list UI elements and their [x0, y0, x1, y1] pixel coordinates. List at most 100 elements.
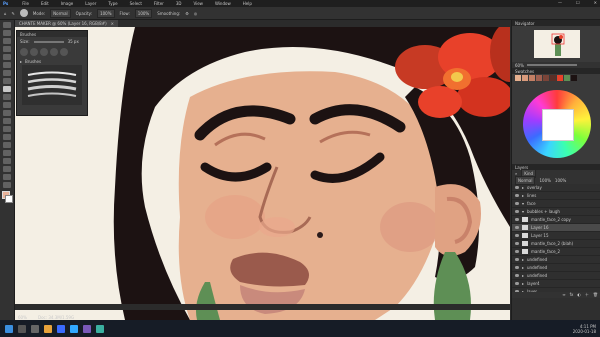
swatch-3[interactable]	[529, 75, 535, 81]
eye-icon[interactable]	[515, 250, 519, 253]
color-swatches[interactable]	[0, 191, 14, 205]
brush-size-slider[interactable]	[33, 40, 64, 43]
blur-tool-icon[interactable]	[3, 126, 11, 132]
document-tab[interactable]: CHANTE MAKER @ 60% (Layer 16, RGB/8#) ×	[15, 20, 118, 27]
layers-opacity-value[interactable]: 100%	[539, 178, 550, 183]
link-icon[interactable]: ∞	[562, 292, 565, 298]
menu-3d[interactable]: 3D	[176, 1, 182, 6]
menu-filter[interactable]: Filter	[154, 1, 164, 6]
marquee-tool-icon[interactable]	[3, 30, 11, 36]
pressure-icon[interactable]: ◎	[194, 11, 198, 16]
browser-icon[interactable]	[57, 324, 65, 333]
lasso-tool-icon[interactable]	[3, 38, 11, 44]
new-layer-icon[interactable]: ＋	[585, 292, 589, 298]
app-icon[interactable]	[83, 324, 91, 333]
close-icon[interactable]: ✕	[594, 0, 597, 5]
swatch-9[interactable]	[571, 75, 577, 81]
dodge-tool-icon[interactable]	[3, 134, 11, 140]
brush-tool-icon[interactable]	[3, 86, 11, 92]
menu-view[interactable]: View	[193, 1, 203, 6]
swatch-7[interactable]	[557, 75, 563, 81]
move-tool-icon[interactable]	[3, 22, 11, 28]
eye-icon[interactable]	[515, 210, 519, 213]
swatch-8[interactable]	[564, 75, 570, 81]
eye-icon[interactable]	[515, 202, 519, 205]
layer-row[interactable]: ▸ overlay	[512, 184, 600, 192]
layers-fill-value[interactable]: 100%	[555, 178, 566, 183]
navigator-thumbnail[interactable]	[533, 30, 580, 58]
crop-tool-icon[interactable]	[3, 54, 11, 60]
frame-tool-icon[interactable]	[3, 62, 11, 68]
pen-tool-icon[interactable]	[3, 142, 11, 148]
brush-tool-icon[interactable]: ✎	[12, 11, 15, 16]
opacity-input[interactable]: 100%	[97, 8, 115, 18]
quick-select-tool-icon[interactable]	[3, 46, 11, 52]
recent-brush-5[interactable]	[60, 48, 68, 56]
layer-row[interactable]: ▸ layer4	[512, 280, 600, 288]
menu-help[interactable]: Help	[243, 1, 252, 6]
type-tool-icon[interactable]	[3, 150, 11, 156]
flow-input[interactable]: 100%	[134, 8, 153, 18]
home-icon[interactable]: ⌂	[4, 11, 7, 16]
menu-select[interactable]: Select	[130, 1, 142, 6]
start-icon[interactable]	[5, 324, 13, 333]
layer-row[interactable]: mantle_face_2	[512, 248, 600, 256]
background-color-swatch[interactable]	[5, 195, 13, 203]
eye-icon[interactable]	[515, 186, 519, 189]
layer-row[interactable]: mantle_face_2 (blah)	[512, 240, 600, 248]
eyedropper-tool-icon[interactable]	[3, 70, 11, 76]
brush-preset-icon[interactable]	[19, 9, 28, 17]
layers-blend-select[interactable]: Normal	[515, 176, 536, 185]
photoshop-taskbar-icon[interactable]	[70, 324, 78, 333]
eye-icon[interactable]	[515, 290, 519, 292]
eye-icon[interactable]	[515, 258, 519, 261]
layer-row[interactable]: Layer 15	[512, 232, 600, 240]
navigator-zoom-slider[interactable]	[526, 64, 577, 66]
layer-row[interactable]: ▸ undefined	[512, 256, 600, 264]
navigator-zoom-value[interactable]: 60%	[515, 63, 524, 68]
maximize-icon[interactable]: ☐	[576, 0, 580, 5]
eye-icon[interactable]	[515, 274, 519, 277]
swatch-6[interactable]	[550, 75, 556, 81]
eye-icon[interactable]	[515, 218, 519, 221]
clock[interactable]: 4:11 PM 2020-01-18	[573, 324, 596, 334]
menu-image[interactable]: Image	[61, 1, 74, 6]
tab-close-icon[interactable]: ×	[111, 21, 114, 26]
stamp-tool-icon[interactable]	[3, 94, 11, 100]
menu-layer[interactable]: Layer	[85, 1, 96, 6]
zoom-tool-icon[interactable]	[3, 182, 11, 188]
trash-icon[interactable]: 🗑	[593, 292, 598, 298]
recent-brush-3[interactable]	[40, 48, 48, 56]
mask-icon[interactable]: ◐	[577, 292, 581, 298]
color-wheel-center-box[interactable]	[541, 109, 574, 141]
eye-icon[interactable]	[515, 226, 519, 229]
file-explorer-icon[interactable]	[44, 324, 52, 333]
eye-icon[interactable]	[515, 242, 519, 245]
fx-icon[interactable]: fx	[570, 292, 574, 298]
menu-file[interactable]: File	[22, 1, 29, 6]
hand-tool-icon[interactable]	[3, 174, 11, 180]
eraser-tool-icon[interactable]	[3, 110, 11, 116]
canvas[interactable]	[15, 27, 510, 320]
layer-row[interactable]: ▸ undefined	[512, 264, 600, 272]
mode-select[interactable]: Normal	[50, 8, 71, 18]
minimize-icon[interactable]: —	[558, 0, 562, 5]
layer-row[interactable]: ▾ bubbles + laugh	[512, 208, 600, 216]
brush-size-value[interactable]: 35 px	[68, 39, 79, 44]
brush-group-row[interactable]: ▸ Brushes	[17, 58, 87, 65]
eye-icon[interactable]	[515, 194, 519, 197]
swatch-1[interactable]	[515, 75, 521, 81]
layer-row-selected[interactable]: Layer 16	[512, 224, 600, 232]
eye-icon[interactable]	[515, 282, 519, 285]
path-select-tool-icon[interactable]	[3, 158, 11, 164]
gradient-tool-icon[interactable]	[3, 118, 11, 124]
eye-icon[interactable]	[515, 234, 519, 237]
recent-brush-1[interactable]	[20, 48, 28, 56]
search-icon[interactable]	[18, 324, 26, 333]
gear-icon[interactable]: ⚙	[185, 11, 189, 16]
history-brush-tool-icon[interactable]	[3, 102, 11, 108]
color-wheel[interactable]	[522, 90, 591, 158]
task-view-icon[interactable]	[31, 324, 39, 333]
eye-icon[interactable]	[515, 266, 519, 269]
app-icon[interactable]	[96, 324, 104, 333]
